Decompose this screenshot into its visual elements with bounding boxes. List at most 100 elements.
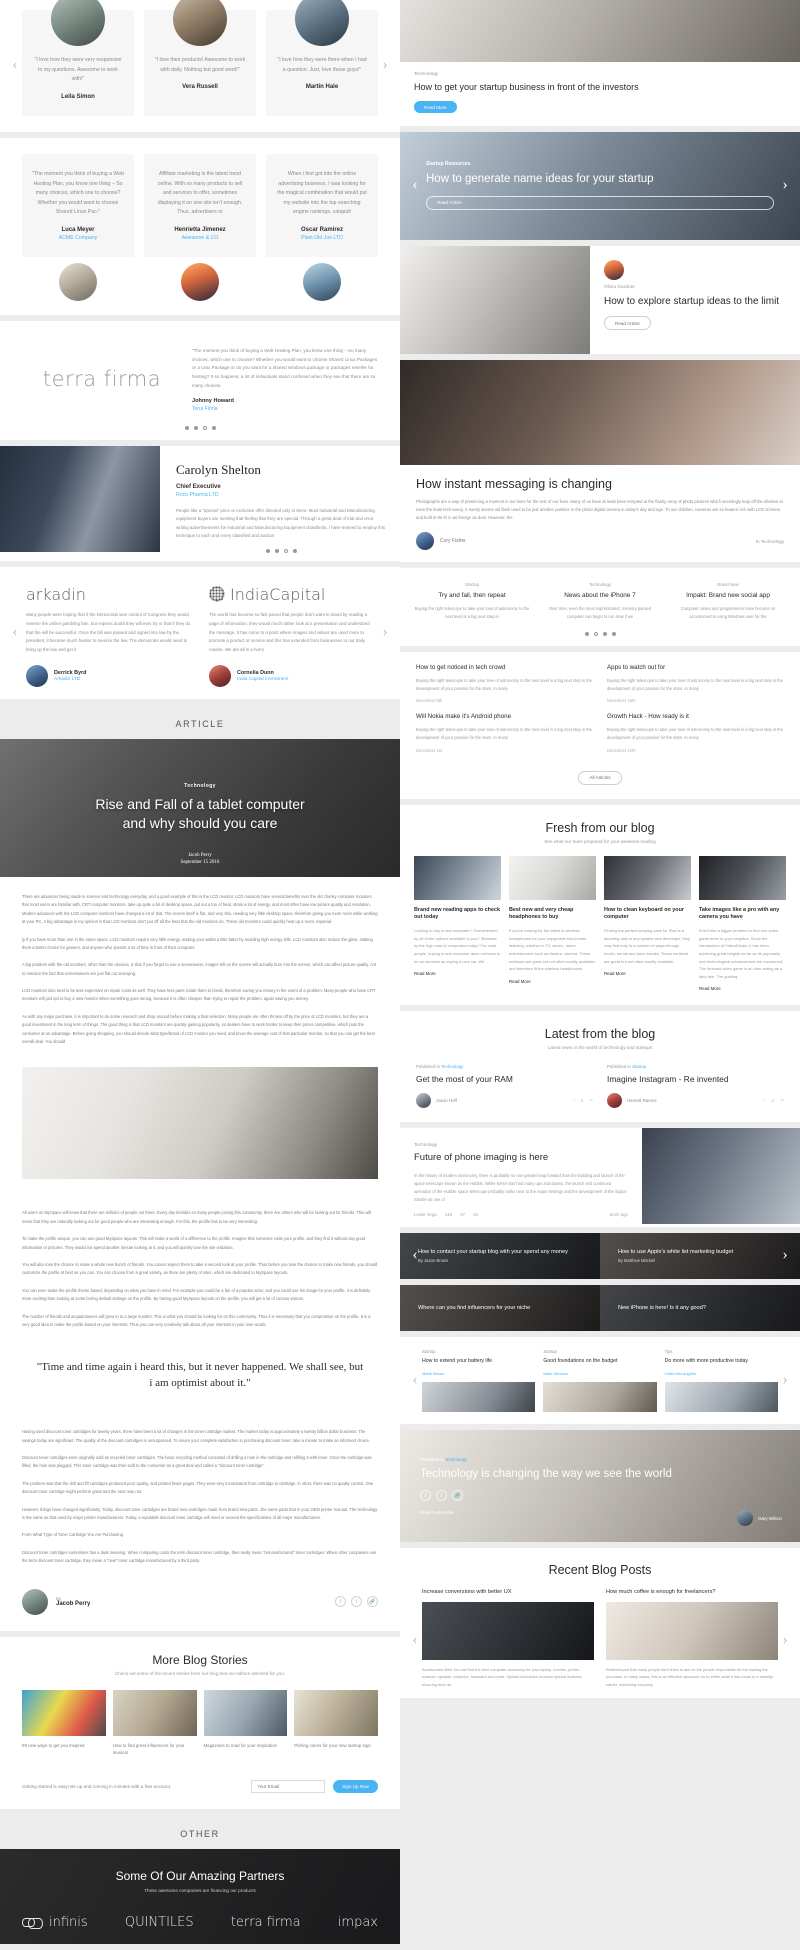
story-card[interactable]: Magazines to read for your inspiration bbox=[203, 1689, 288, 1757]
link-icon[interactable]: 🔗 bbox=[367, 1596, 378, 1608]
tri-card[interactable]: Startup Try and fail, then repeat Buying… bbox=[414, 582, 530, 620]
comment-icon[interactable]: ♬ bbox=[580, 1098, 585, 1104]
heart-icon[interactable]: ♡ bbox=[571, 1098, 575, 1104]
read-more-link[interactable]: Read More bbox=[414, 971, 501, 976]
engagement-icons[interactable]: ♡ ♬ ↗ bbox=[571, 1098, 593, 1104]
social-links[interactable]: f t 🔗 bbox=[420, 1490, 780, 1502]
split-card-explore[interactable]: Olivia Gardner How to explore startup id… bbox=[400, 245, 800, 354]
testimonial-card[interactable]: "I love their products! Awesome to work … bbox=[144, 0, 256, 116]
dot[interactable] bbox=[292, 548, 297, 553]
heart-icon[interactable]: ♡ bbox=[762, 1098, 766, 1104]
blog-card[interactable]: Brand new reading apps to check out toda… bbox=[414, 855, 501, 992]
dot-active[interactable] bbox=[202, 425, 207, 430]
published-category[interactable]: Technology bbox=[445, 1457, 467, 1462]
partner-logo-impax[interactable]: impax bbox=[338, 1915, 378, 1930]
read-article-button[interactable]: Read Article bbox=[604, 316, 651, 331]
dot[interactable] bbox=[584, 632, 589, 637]
read-full-article-button[interactable]: Read Full Article bbox=[420, 1510, 780, 1515]
blog-card[interactable]: How to clean keyboard on your computer F… bbox=[604, 855, 691, 992]
list-item[interactable]: Apps to watch out for Buying the right t… bbox=[607, 664, 784, 703]
facebook-icon[interactable]: f bbox=[335, 1596, 346, 1608]
mini-card[interactable]: Tips Do more with more productive today … bbox=[664, 1349, 778, 1413]
share-icon[interactable]: ↗ bbox=[589, 1098, 593, 1104]
partner-logo-terra-firma[interactable]: terra firma bbox=[231, 1915, 301, 1930]
facebook-icon[interactable]: f bbox=[420, 1490, 431, 1502]
mini-card[interactable]: Startup How to extend your battery life … bbox=[422, 1349, 536, 1413]
testimonial-card[interactable]: "I love how they were there when I had a… bbox=[266, 0, 378, 116]
dot[interactable] bbox=[274, 548, 279, 553]
published-category[interactable]: Technology bbox=[441, 1064, 463, 1069]
blog-card[interactable]: Best new and very cheap headphones to bu… bbox=[509, 855, 596, 992]
testimonial-company[interactable]: Plain Old Joe LTD bbox=[276, 235, 368, 241]
read-more-link[interactable]: Read More bbox=[604, 971, 691, 976]
carousel-prev-icon[interactable]: ‹ bbox=[6, 623, 24, 642]
dot[interactable] bbox=[611, 632, 616, 637]
testimonial-card[interactable]: When i first got into the online adverti… bbox=[266, 153, 378, 257]
dot[interactable] bbox=[193, 425, 198, 430]
phone-imaging-feature[interactable]: Technology Future of phone imaging is he… bbox=[400, 1128, 800, 1228]
dark-card[interactable]: New iPhone is here! Is it any good? bbox=[600, 1285, 800, 1331]
dot[interactable] bbox=[265, 548, 270, 553]
mini-card[interactable]: Startup Good foundations on the budget M… bbox=[543, 1349, 657, 1413]
signup-button[interactable]: Sign Up Now bbox=[333, 1780, 378, 1794]
blog-card[interactable]: Take images like a pro with any camera y… bbox=[699, 855, 786, 991]
author-name[interactable]: Mark Stevens bbox=[543, 1371, 656, 1376]
read-article-button[interactable]: Read Article bbox=[426, 195, 774, 210]
recent-post[interactable]: How much coffee is enough for freelancer… bbox=[606, 1589, 778, 1688]
quote-company[interactable]: Arkadin LTD bbox=[54, 677, 86, 682]
read-more-link[interactable]: Read More bbox=[509, 979, 596, 984]
carousel-dots[interactable] bbox=[176, 541, 386, 553]
dot[interactable] bbox=[602, 632, 607, 637]
card-investors[interactable]: Technology How to get your startup busin… bbox=[400, 0, 800, 126]
dark-card[interactable]: Where can you find influencers for your … bbox=[400, 1285, 600, 1331]
feature-messaging[interactable]: How instant messaging is changing Photog… bbox=[400, 359, 800, 563]
category-label[interactable]: In Technology bbox=[756, 539, 784, 544]
story-card[interactable]: Picking colors for your new startup logo bbox=[294, 1689, 378, 1757]
testimonial-card[interactable]: "The moment you think of buying a Web Ho… bbox=[22, 153, 134, 257]
list-item[interactable]: Will Nokia make it's Android phone Buyin… bbox=[416, 713, 593, 752]
quote-company[interactable]: Terra Firma bbox=[192, 406, 382, 412]
wide-dark-feature[interactable]: Published in Technology Technology is ch… bbox=[400, 1430, 800, 1543]
published-category[interactable]: Startup bbox=[632, 1064, 646, 1069]
carousel-next-icon[interactable]: › bbox=[776, 176, 794, 195]
recent-post[interactable]: Increase conversions with better UX Acce… bbox=[422, 1589, 594, 1688]
carousel-prev-icon[interactable]: ‹ bbox=[406, 1247, 424, 1265]
story-card[interactable]: 99 new ways to get you inspired bbox=[22, 1689, 106, 1757]
testimonial-card[interactable]: Affiliate marketing is the latest trend … bbox=[144, 153, 256, 257]
testimonial-company[interactable]: ACME Company bbox=[32, 235, 124, 241]
dot-active[interactable] bbox=[593, 632, 598, 637]
dot[interactable] bbox=[184, 425, 189, 430]
story-card[interactable]: How to find great influencers for your m… bbox=[112, 1689, 197, 1757]
dark-card[interactable]: How to contact your startup blog with yo… bbox=[400, 1233, 600, 1279]
partner-logo-quintiles[interactable]: QUINTILES bbox=[125, 1915, 194, 1930]
social-links[interactable]: f t 🔗 bbox=[335, 1596, 378, 1608]
engagement-icons[interactable]: ♡ ♬ ↗ bbox=[762, 1098, 784, 1104]
share-icon[interactable]: ↗ bbox=[780, 1098, 784, 1104]
carousel-next-icon[interactable]: › bbox=[376, 56, 394, 75]
hero-name-ideas[interactable]: ‹ › Startup Resources How to generate na… bbox=[400, 131, 800, 240]
latest-item[interactable]: Published in Technology Get the most of … bbox=[416, 1064, 593, 1109]
latest-item[interactable]: Published in Startup Imagine Instagram -… bbox=[607, 1064, 784, 1109]
dot-active[interactable] bbox=[283, 548, 288, 553]
carousel-prev-icon[interactable]: ‹ bbox=[406, 176, 424, 195]
list-item[interactable]: Growth Hack - How ready is it Buying the… bbox=[607, 713, 784, 752]
person-company[interactable]: Roco Pharma LTD bbox=[176, 492, 386, 498]
author-name[interactable]: Linda McLaughlin bbox=[665, 1371, 778, 1376]
read-more-button[interactable]: Read More bbox=[414, 101, 457, 114]
partner-logo-infinis[interactable]: infinis bbox=[22, 1915, 88, 1930]
author-name[interactable]: Marie Brown bbox=[422, 1371, 535, 1376]
testimonial-company[interactable]: Awesome & CO bbox=[154, 235, 246, 241]
quote-company[interactable]: India Capital Investment bbox=[237, 677, 288, 682]
carousel-next-icon[interactable]: › bbox=[376, 623, 394, 642]
testimonial-card[interactable]: "I love how they were very responsive to… bbox=[22, 0, 134, 116]
tri-card[interactable]: Brand New Impakt: Brand new social app C… bbox=[670, 582, 786, 620]
carousel-next-icon[interactable]: › bbox=[776, 1247, 794, 1265]
tri-card[interactable]: Technology News about the iPhone 7 Over … bbox=[542, 582, 658, 620]
read-more-link[interactable]: Read More bbox=[699, 986, 786, 991]
list-item[interactable]: How to get noticed in tech crowd Buying … bbox=[416, 664, 593, 703]
carousel-dots[interactable] bbox=[400, 624, 800, 646]
email-input[interactable] bbox=[251, 1780, 326, 1794]
dot[interactable] bbox=[211, 425, 216, 430]
all-articles-button[interactable]: All Articles bbox=[578, 770, 622, 785]
twitter-icon[interactable]: t bbox=[436, 1490, 447, 1502]
